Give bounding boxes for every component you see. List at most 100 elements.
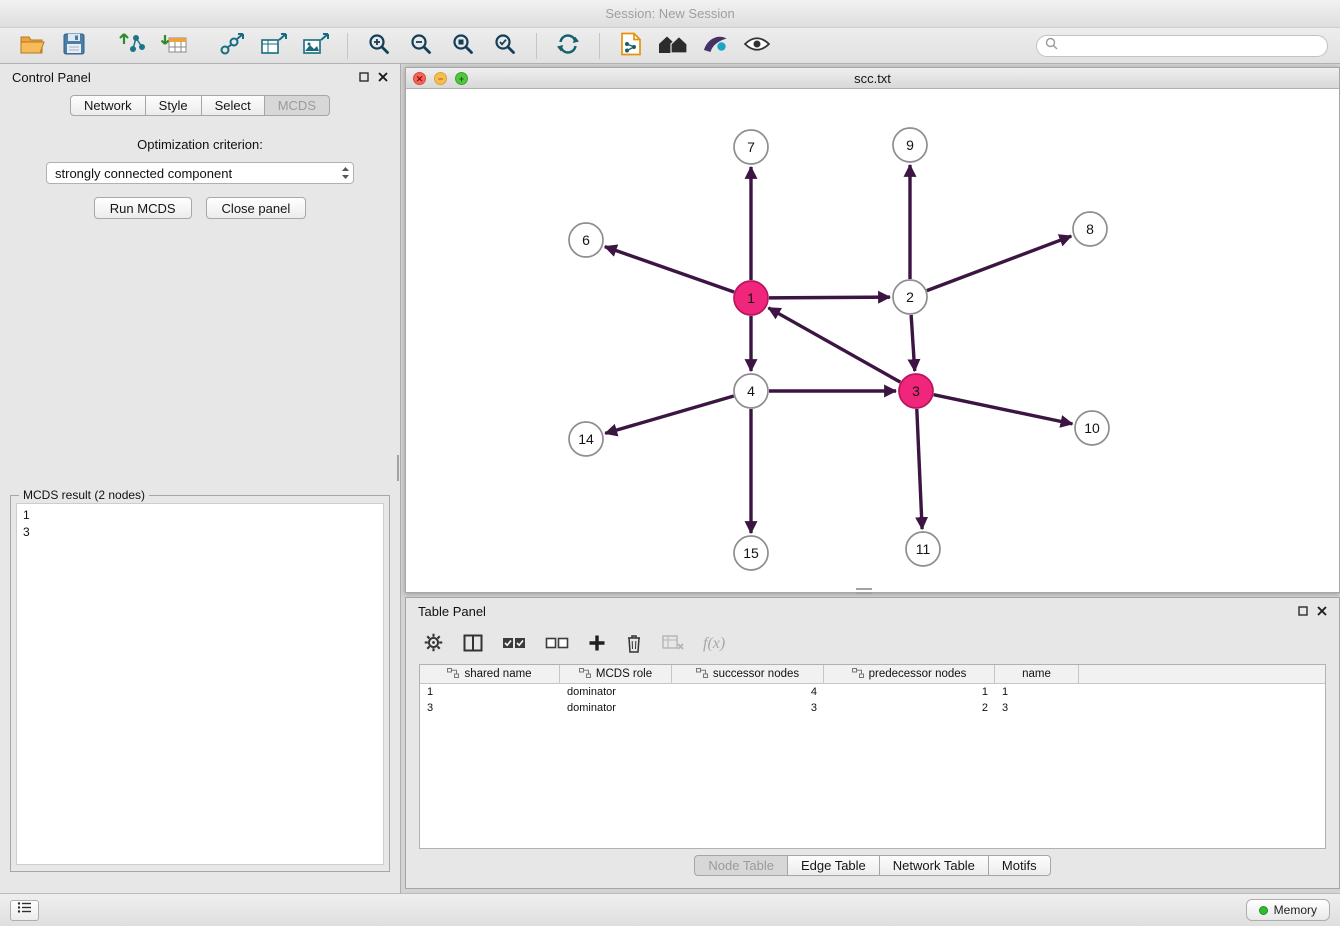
graph-node-14[interactable]: 14 [569, 422, 603, 456]
graph-node-3[interactable]: 3 [899, 374, 933, 408]
mcds-result-text[interactable]: 1 3 [16, 503, 384, 865]
close-table-panel-icon[interactable] [1317, 606, 1327, 616]
cell-successor-nodes[interactable]: 4 [672, 684, 824, 700]
home-view-button[interactable] [653, 31, 693, 61]
export-table-button[interactable] [254, 31, 294, 61]
svg-text:6: 6 [582, 232, 590, 248]
table-arrow-icon [261, 32, 287, 59]
export-image-button[interactable] [296, 31, 336, 61]
tab-style[interactable]: Style [145, 95, 202, 116]
show-columns-button[interactable] [463, 633, 483, 656]
graph-edge-3-10[interactable] [934, 395, 1073, 424]
graph-node-2[interactable]: 2 [893, 280, 927, 314]
column-header-mcds-role[interactable]: MCDS role [560, 665, 672, 683]
tab-motifs[interactable]: Motifs [988, 855, 1051, 876]
delete-column-button[interactable] [625, 633, 643, 656]
window-title: Session: New Session [605, 6, 734, 21]
export-network-button[interactable] [611, 31, 651, 61]
close-panel-button[interactable]: Close panel [206, 197, 307, 219]
cell-shared-name[interactable]: 1 [420, 684, 560, 700]
search-field[interactable] [1036, 35, 1328, 57]
graph-node-15[interactable]: 15 [734, 536, 768, 570]
select-all-columns-button[interactable] [502, 636, 526, 653]
function-builder-button[interactable]: f(x) [703, 635, 725, 653]
cell-shared-name[interactable]: 3 [420, 700, 560, 716]
tab-edge-table[interactable]: Edge Table [787, 855, 880, 876]
float-table-panel-icon[interactable] [1298, 606, 1308, 616]
cell-mcds-role[interactable]: dominator [560, 684, 672, 700]
graph-node-9[interactable]: 9 [893, 128, 927, 162]
column-header-shared-name[interactable]: shared name [420, 665, 560, 683]
cell-successor-nodes[interactable]: 3 [672, 700, 824, 716]
tab-mcds[interactable]: MCDS [264, 95, 330, 116]
graph-node-11[interactable]: 11 [906, 532, 940, 566]
cell-mcds-role[interactable]: dominator [560, 700, 672, 716]
tab-select[interactable]: Select [201, 95, 265, 116]
import-table-button[interactable] [154, 31, 194, 61]
network-canvas[interactable]: 7 9 6 8 1 2 4 3 14 10 15 11 [406, 89, 1339, 592]
graph-edge-3-1[interactable] [768, 308, 900, 382]
table-panel-tabs: Node Table Edge Table Network Table Moti… [406, 855, 1339, 876]
status-bar: Memory [0, 893, 1340, 926]
column-header-name[interactable]: name [995, 665, 1079, 683]
import-network-button[interactable] [112, 31, 152, 61]
float-panel-icon[interactable] [359, 72, 369, 82]
table-panel: Table Panel [405, 597, 1340, 889]
search-input[interactable] [1063, 39, 1319, 53]
save-session-button[interactable] [54, 31, 94, 61]
tab-network[interactable]: Network [70, 95, 146, 116]
graph-node-1[interactable]: 1 [734, 281, 768, 315]
graph-node-4[interactable]: 4 [734, 374, 768, 408]
graph-node-6[interactable]: 6 [569, 223, 603, 257]
table-settings-button[interactable] [423, 632, 444, 656]
zoom-window-icon[interactable]: + [455, 72, 468, 85]
column-header-predecessor-nodes[interactable]: predecessor nodes [824, 665, 995, 683]
graph-edge-2-3[interactable] [911, 315, 915, 371]
zoom-fit-button[interactable] [443, 31, 483, 61]
horizontal-splitter-handle[interactable] [856, 588, 872, 594]
graph-node-8[interactable]: 8 [1073, 212, 1107, 246]
graph-edge-2-8[interactable] [927, 236, 1071, 291]
criterion-select[interactable]: strongly connected component [46, 162, 354, 184]
create-column-button[interactable] [588, 634, 606, 655]
table-row[interactable]: 3 dominator 3 2 3 [420, 700, 1325, 716]
network-window-titlebar[interactable]: scc.txt ✕ − + [406, 68, 1339, 89]
apply-layout-button[interactable] [548, 31, 588, 61]
open-session-button[interactable] [12, 31, 52, 61]
column-header-successor-nodes[interactable]: successor nodes [672, 665, 824, 683]
refresh-icon [556, 32, 580, 59]
new-network-from-selection-button[interactable] [212, 31, 252, 61]
apply-style-button[interactable] [695, 31, 735, 61]
sort-icon [852, 668, 864, 681]
graph-node-7[interactable]: 7 [734, 130, 768, 164]
zoom-in-button[interactable] [359, 31, 399, 61]
select-spinner-icon [341, 166, 350, 180]
graph-node-10[interactable]: 10 [1075, 411, 1109, 445]
zoom-selected-button[interactable] [485, 31, 525, 61]
zoom-out-icon [409, 32, 433, 59]
close-panel-icon[interactable] [378, 72, 388, 82]
graph-edge-4-14[interactable] [605, 396, 734, 433]
task-list-icon [17, 901, 32, 919]
delete-table-button[interactable] [662, 635, 684, 654]
cell-predecessor-nodes[interactable]: 2 [824, 700, 995, 716]
graph-edge-1-2[interactable] [769, 297, 890, 298]
unselect-all-columns-button[interactable] [545, 636, 569, 653]
cell-name[interactable]: 3 [995, 700, 1079, 716]
table-row[interactable]: 1 dominator 4 1 1 [420, 684, 1325, 700]
cell-name[interactable]: 1 [995, 684, 1079, 700]
graph-edge-1-6[interactable] [605, 247, 734, 292]
tab-node-table[interactable]: Node Table [694, 855, 788, 876]
tab-network-table[interactable]: Network Table [879, 855, 989, 876]
save-disk-icon [63, 33, 85, 58]
task-history-button[interactable] [10, 900, 39, 921]
run-mcds-button[interactable]: Run MCDS [94, 197, 192, 219]
show-details-button[interactable] [737, 31, 777, 61]
zoom-out-button[interactable] [401, 31, 441, 61]
graph-edge-3-11[interactable] [917, 409, 922, 529]
window-titlebar[interactable]: Session: New Session [0, 0, 1340, 28]
close-window-icon[interactable]: ✕ [413, 72, 426, 85]
cell-predecessor-nodes[interactable]: 1 [824, 684, 995, 700]
memory-button[interactable]: Memory [1246, 899, 1330, 921]
minimize-window-icon[interactable]: − [434, 72, 447, 85]
